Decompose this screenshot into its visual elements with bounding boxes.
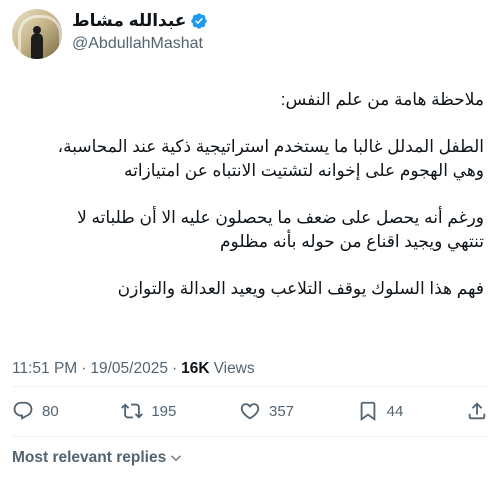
bookmark-icon (360, 401, 376, 422)
tweet-paragraph: ملاحظة هامة من علم النفس: (280, 90, 484, 109)
reply-icon (13, 401, 33, 420)
display-name[interactable]: عبدالله مشاط (72, 11, 186, 31)
tweet-text: ملاحظة هامة من علم النفس: الطفل المدلل غ… (16, 88, 484, 324)
tweet-time[interactable]: 11:51 PM (12, 360, 77, 378)
bookmark-button[interactable]: 44 (357, 400, 404, 422)
share-button[interactable] (466, 400, 488, 422)
reply-button[interactable]: 80 (12, 400, 59, 422)
views-label: Views (213, 360, 255, 377)
user-handle[interactable]: @AbdullahMashat (72, 35, 203, 53)
like-icon (240, 403, 260, 420)
repost-icon (121, 403, 144, 419)
avatar[interactable] (12, 9, 62, 59)
repost-count: 195 (151, 402, 177, 420)
meta-separator: · (81, 360, 87, 377)
bookmark-count: 44 (386, 402, 404, 420)
avatar-person (31, 33, 43, 59)
tweet-header: عبدالله مشاط @AbdullahMashat (0, 0, 500, 70)
tweet-paragraph: فهم هذا السلوك يوقف التلاعب ويعيد العدال… (117, 279, 484, 298)
tweet-meta: 11:51 PM · 19/05/2025 · 16K Views (12, 360, 255, 378)
divider (12, 436, 488, 437)
share-icon (468, 402, 486, 420)
replies-sort-label: Most relevant replies (12, 449, 167, 466)
tweet-paragraph: ورغم أنه يحصل على ضعف ما يحصلون عليه الا… (77, 208, 484, 251)
name-row: عبدالله مشاط (72, 11, 208, 31)
action-bar: 80 195 357 44 (12, 394, 488, 428)
chevron-down-icon (171, 455, 182, 462)
tweet-paragraph: الطفل المدلل غالبا ما يستخدم استراتيجية … (57, 137, 484, 180)
repost-button[interactable]: 195 (121, 400, 176, 422)
meta-separator: · (171, 360, 178, 377)
like-count: 357 (269, 402, 295, 420)
views-count: 16K (181, 360, 210, 377)
divider (12, 386, 488, 387)
tweet-date[interactable]: 19/05/2025 (90, 360, 168, 378)
reply-count: 80 (42, 402, 59, 420)
verified-icon (191, 13, 208, 29)
replies-sort-dropdown[interactable]: Most relevant replies (12, 449, 183, 467)
like-button[interactable]: 357 (239, 400, 294, 422)
